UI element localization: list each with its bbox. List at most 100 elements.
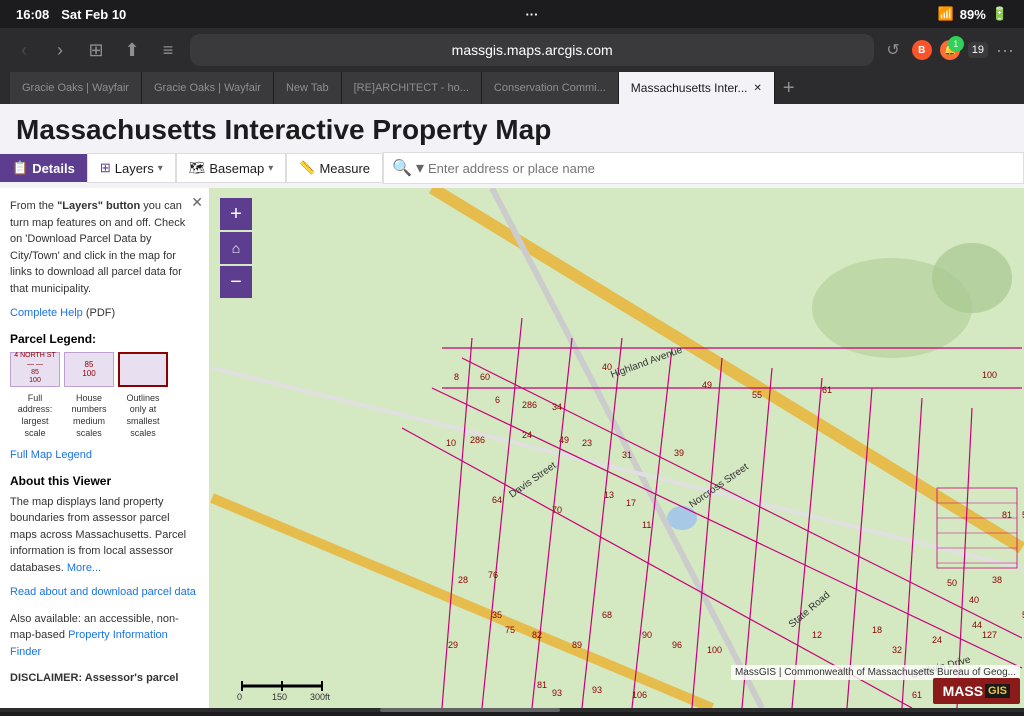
battery-icon: 🔋 xyxy=(992,6,1008,22)
more-options-button[interactable]: ··· xyxy=(996,40,1014,61)
svg-text:17: 17 xyxy=(626,498,636,508)
layers-icon: ⊞ xyxy=(100,160,111,176)
about-text: The map displays land property boundarie… xyxy=(10,494,199,577)
tabs-bar: Gracie Oaks | Wayfair Gracie Oaks | Wayf… xyxy=(10,72,1014,104)
time: 16:08 xyxy=(16,7,49,22)
tab-4-label: [RE]ARCHITECT - ho... xyxy=(354,82,469,94)
back-button[interactable]: ‹ xyxy=(10,36,38,64)
status-center: ··· xyxy=(525,7,538,22)
svg-text:13: 13 xyxy=(604,490,614,500)
svg-text:39: 39 xyxy=(674,448,684,458)
zoom-out-button[interactable]: − xyxy=(220,266,252,298)
forward-button[interactable]: › xyxy=(46,36,74,64)
full-map-legend-link[interactable]: Full Map Legend xyxy=(10,449,92,461)
map-controls: + ⌂ − xyxy=(220,198,252,298)
legend-images: 4 NORTH ST— —85100 85100 xyxy=(10,352,199,387)
status-bar: 16:08 Sat Feb 10 ··· 📶 89% 🔋 xyxy=(0,0,1024,28)
tab-6-active[interactable]: Massachusetts Inter... ✕ xyxy=(619,72,775,104)
svg-text:34: 34 xyxy=(552,402,562,412)
status-right: 📶 89% 🔋 xyxy=(938,6,1008,22)
sidebar-close-button[interactable]: ✕ xyxy=(191,194,203,211)
svg-text:24: 24 xyxy=(522,430,532,440)
download-link[interactable]: Read about and download parcel data xyxy=(10,586,196,598)
basemap-icon: 🗺 xyxy=(189,160,206,176)
tab-2[interactable]: Gracie Oaks | Wayfair xyxy=(142,72,274,104)
tab-1[interactable]: Gracie Oaks | Wayfair xyxy=(10,72,142,104)
legend-labels: Full address: largest scale House number… xyxy=(10,393,199,440)
tab-6-close[interactable]: ✕ xyxy=(754,83,762,94)
more-link[interactable]: More... xyxy=(67,562,101,574)
basemap-label: Basemap xyxy=(209,161,264,176)
svg-text:40: 40 xyxy=(602,362,612,372)
svg-text:100: 100 xyxy=(707,645,722,655)
svg-text:68: 68 xyxy=(602,610,612,620)
svg-text:40: 40 xyxy=(969,595,979,605)
about-title: About this Viewer xyxy=(10,474,199,488)
tab-1-label: Gracie Oaks | Wayfair xyxy=(22,82,129,94)
disclaimer-section: DISCLAIMER: Assessor's parcel xyxy=(10,670,199,687)
svg-text:100: 100 xyxy=(982,370,997,380)
zoom-in-button[interactable]: + xyxy=(220,198,252,230)
legend-label-1: Full address: largest scale xyxy=(10,393,60,440)
sidebar: ✕ From the "Layers" button you can turn … xyxy=(0,188,210,708)
legend-img-1: 4 NORTH ST— —85100 xyxy=(10,352,60,387)
svg-text:8: 8 xyxy=(454,372,459,382)
svg-text:31: 31 xyxy=(622,450,632,460)
scroll-bar xyxy=(0,708,1024,712)
status-left: 16:08 Sat Feb 10 xyxy=(16,7,126,22)
svg-text:81: 81 xyxy=(1002,510,1012,520)
tab-4[interactable]: [RE]ARCHITECT - ho... xyxy=(342,72,482,104)
svg-text:64: 64 xyxy=(492,495,502,505)
bookmarks-button[interactable]: ⊞ xyxy=(82,36,110,64)
svg-text:32: 32 xyxy=(892,645,902,655)
share-button[interactable]: ⬆ xyxy=(118,36,146,64)
legend-title: Parcel Legend: xyxy=(10,332,199,346)
address-bar[interactable]: massgis.maps.arcgis.com xyxy=(190,34,874,66)
svg-text:28: 28 xyxy=(458,575,468,585)
home-button[interactable]: ⌂ xyxy=(220,232,252,264)
svg-text:106: 106 xyxy=(632,690,647,700)
accessible-section: Also available: an accessible, non-map-b… xyxy=(10,611,199,661)
tab-6-label: Massachusetts Inter... xyxy=(631,81,748,95)
tab-5[interactable]: Conservation Commi... xyxy=(482,72,619,104)
tab-3[interactable]: New Tab xyxy=(274,72,342,104)
basemap-dropdown-arrow: ▾ xyxy=(268,163,273,174)
page-title: Massachusetts Interactive Property Map xyxy=(0,104,1024,152)
brave-icon: B xyxy=(912,40,932,60)
svg-text:90: 90 xyxy=(642,630,652,640)
new-tab-button[interactable]: + xyxy=(775,77,803,100)
browser-chrome: ‹ › ⊞ ⬆ ≡ massgis.maps.arcgis.com ↺ B 🔔 … xyxy=(0,28,1024,104)
complete-help-link[interactable]: Complete Help xyxy=(10,307,83,319)
search-input[interactable] xyxy=(428,161,1015,176)
svg-text:11: 11 xyxy=(642,520,651,530)
svg-text:10: 10 xyxy=(446,438,456,448)
svg-text:0: 0 xyxy=(237,692,242,702)
details-button[interactable]: 📋 Details xyxy=(0,154,87,182)
svg-text:82: 82 xyxy=(532,630,542,640)
map-area[interactable]: Davis Street Highland Avenue Norcross St… xyxy=(210,188,1024,708)
tab-2-label: Gracie Oaks | Wayfair xyxy=(154,82,261,94)
address-text: massgis.maps.arcgis.com xyxy=(452,42,613,58)
map-svg: Davis Street Highland Avenue Norcross St… xyxy=(210,188,1024,708)
layers-bold: "Layers" button xyxy=(57,200,140,212)
search-box[interactable]: 🔍 ▾ xyxy=(383,152,1024,184)
tab-3-label: New Tab xyxy=(286,82,329,94)
measure-label: Measure xyxy=(319,161,370,176)
legend-img-2: 85100 xyxy=(64,352,114,387)
date: Sat Feb 10 xyxy=(61,7,126,22)
measure-button[interactable]: 📏 Measure xyxy=(286,153,383,183)
svg-text:24: 24 xyxy=(932,635,942,645)
layers-button[interactable]: ⊞ Layers ▾ xyxy=(87,153,176,183)
property-info-link[interactable]: Property Information Finder xyxy=(10,629,168,658)
svg-text:76: 76 xyxy=(488,570,498,580)
battery-percentage: 89% xyxy=(960,7,986,22)
reload-button[interactable]: ↺ xyxy=(886,40,899,60)
svg-text:150: 150 xyxy=(272,692,287,702)
svg-text:127: 127 xyxy=(982,630,997,640)
legend-label-2: House numbers medium scales xyxy=(64,393,114,440)
reader-button[interactable]: ≡ xyxy=(154,36,182,64)
legend-label-3: Outlines only at smallest scales xyxy=(118,393,168,440)
svg-text:49: 49 xyxy=(702,380,712,390)
basemap-button[interactable]: 🗺 Basemap ▾ xyxy=(176,153,286,183)
svg-text:49: 49 xyxy=(559,435,569,445)
